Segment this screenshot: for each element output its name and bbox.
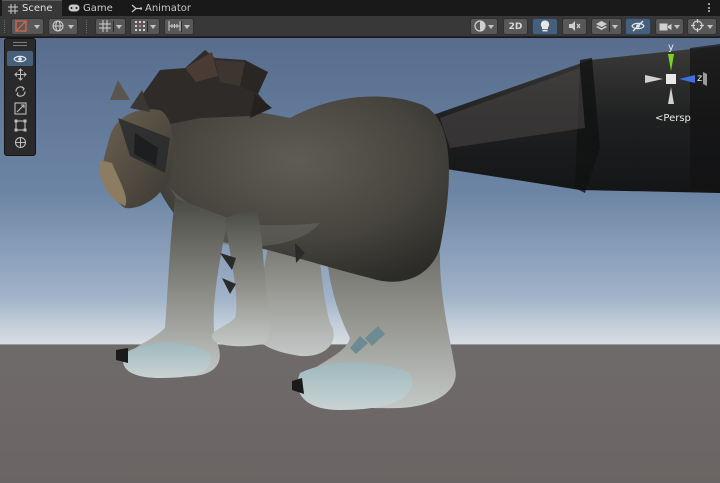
move-tool-button[interactable] xyxy=(7,68,33,83)
camera-icon xyxy=(659,17,672,36)
animator-icon xyxy=(130,2,142,14)
shaded-draw-mode-icon xyxy=(15,17,27,36)
tab-animator[interactable]: Animator xyxy=(130,0,202,16)
gizmo-neg-y-axis[interactable] xyxy=(668,87,674,104)
gizmo-crosshair-icon xyxy=(691,17,704,36)
chevron-down-icon xyxy=(674,25,680,29)
tab-scene[interactable]: Scene xyxy=(2,0,62,16)
tab-label: Animator xyxy=(145,2,191,14)
chevron-down-icon xyxy=(184,25,190,29)
increment-snap-dropdown[interactable] xyxy=(164,18,194,35)
chevron-down-icon xyxy=(68,25,74,29)
chevron-down-icon xyxy=(34,25,40,29)
tab-game[interactable]: Game xyxy=(68,0,124,16)
toolbar-grip[interactable] xyxy=(4,20,6,33)
shaded-sphere-icon xyxy=(474,17,486,36)
gizmo-z-label: z xyxy=(697,73,703,84)
gamepad-icon xyxy=(68,2,80,14)
grid-icon xyxy=(134,17,146,36)
eye-hidden-icon xyxy=(631,17,645,36)
grid-snap-icon xyxy=(99,17,111,36)
rotate-tool-button[interactable] xyxy=(7,85,33,100)
toolbar-grip[interactable] xyxy=(86,20,88,33)
tab-label: Game xyxy=(83,2,113,14)
window-tab-bar: Scene Game Animator xyxy=(0,0,720,16)
toggle-2d-label: 2D xyxy=(508,21,523,32)
scene-viewport[interactable]: y z <Persp xyxy=(0,38,720,483)
effects-dropdown[interactable] xyxy=(591,18,622,35)
light-bulb-icon xyxy=(540,17,550,36)
effects-layers-icon xyxy=(595,17,608,36)
gizmo-x-axis[interactable] xyxy=(645,75,663,83)
gizmo-y-label: y xyxy=(668,42,674,53)
chevron-down-icon xyxy=(116,25,122,29)
wolf-creature-model xyxy=(99,44,720,410)
speaker-muted-icon xyxy=(568,17,581,36)
chevron-down-icon xyxy=(612,25,618,29)
chevron-down-icon xyxy=(488,25,494,29)
toggle-2d-button[interactable]: 2D xyxy=(503,18,528,35)
grid-visibility-dropdown[interactable] xyxy=(130,18,160,35)
rect-tool-button[interactable] xyxy=(7,119,33,134)
scene-visibility-toggle[interactable] xyxy=(625,18,651,35)
transform-icon xyxy=(14,134,27,153)
shading-mode-dropdown[interactable] xyxy=(470,18,498,35)
view-tool-button[interactable] xyxy=(7,51,33,66)
audio-toggle[interactable] xyxy=(562,18,587,35)
camera-settings-dropdown[interactable] xyxy=(655,18,684,35)
chevron-down-icon xyxy=(150,25,156,29)
gizmos-dropdown[interactable] xyxy=(687,18,717,35)
draw-mode-dropdown[interactable] xyxy=(11,18,44,35)
tab-label: Scene xyxy=(22,3,53,14)
scale-tool-button[interactable] xyxy=(7,102,33,117)
gizmo-center-cube[interactable] xyxy=(666,74,676,84)
gizmo-y-axis[interactable] xyxy=(668,54,674,71)
global-local-dropdown[interactable] xyxy=(48,18,78,35)
snap-settings-dropdown[interactable] xyxy=(95,18,126,35)
tools-overlay xyxy=(4,38,36,156)
gizmo-z-axis[interactable] xyxy=(679,75,695,83)
scene-toolbar: 2D xyxy=(0,16,720,37)
transform-tool-button[interactable] xyxy=(7,136,33,151)
chevron-down-icon xyxy=(707,25,713,29)
overlay-drag-handle[interactable] xyxy=(5,39,35,49)
gizmo-neg-z-axis[interactable] xyxy=(703,72,707,86)
scene-grid-icon xyxy=(7,3,19,15)
projection-label: Persp xyxy=(663,113,691,124)
projection-toggle[interactable]: <Persp xyxy=(655,113,691,124)
more-options-icon[interactable] xyxy=(706,1,712,14)
snap-increment-icon xyxy=(168,17,181,36)
globe-icon xyxy=(52,17,64,36)
scene-lighting-toggle[interactable] xyxy=(532,18,558,35)
